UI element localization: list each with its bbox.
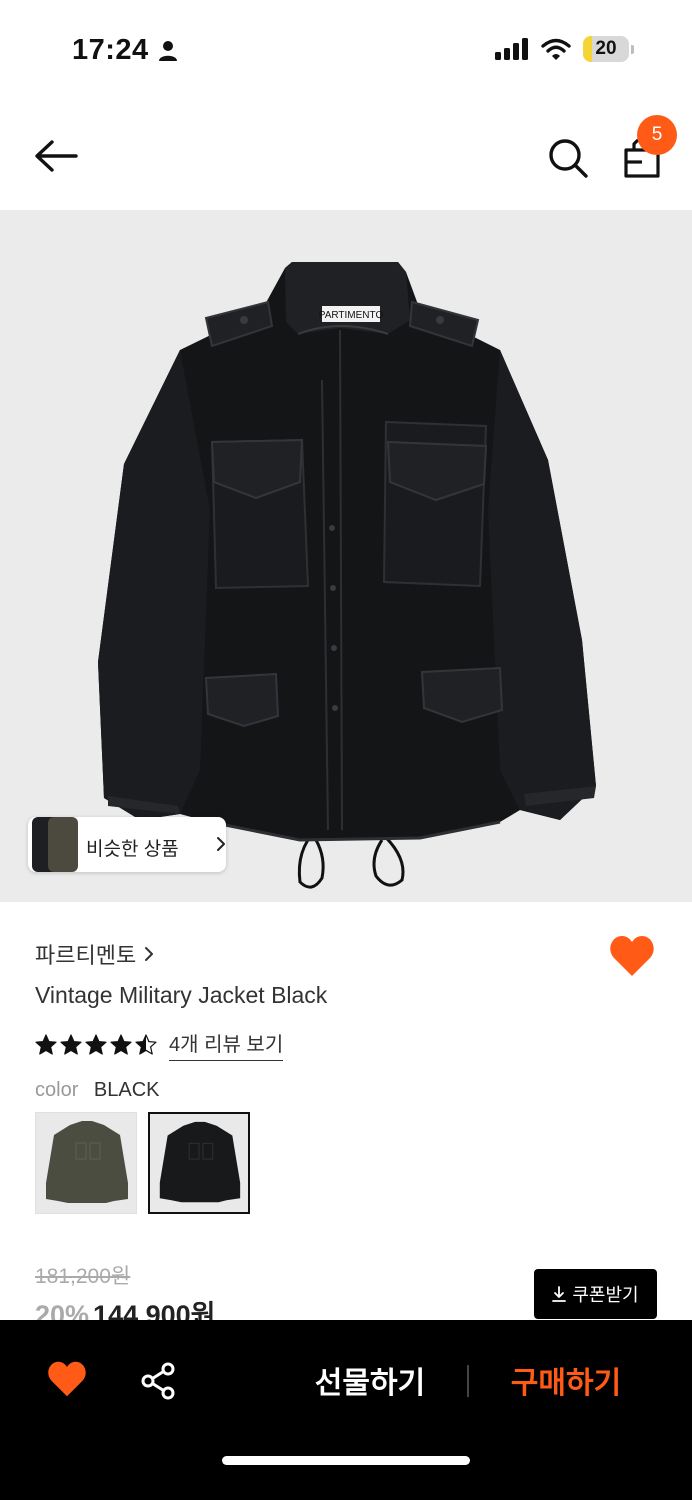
status-indicators: 20 bbox=[495, 36, 634, 62]
color-label: color bbox=[35, 1079, 79, 1101]
star-icon bbox=[85, 1033, 107, 1055]
wifi-icon bbox=[541, 38, 571, 60]
gift-button[interactable]: 선물하기 bbox=[300, 1358, 440, 1402]
signal-icon bbox=[495, 38, 528, 60]
status-bar: 17:24 20 bbox=[0, 0, 692, 100]
status-time: 17:24 bbox=[72, 34, 149, 66]
download-icon bbox=[552, 1286, 567, 1302]
app-header bbox=[0, 100, 692, 210]
neck-label-text: PARTIMENTO bbox=[319, 310, 384, 321]
person-icon bbox=[159, 41, 177, 61]
chevron-right-icon bbox=[145, 947, 154, 961]
heart-icon[interactable] bbox=[46, 1360, 88, 1398]
review-link[interactable]: 4개 리뷰 보기 bbox=[169, 1028, 284, 1061]
star-icon bbox=[60, 1033, 82, 1055]
color-value: BLACK bbox=[93, 1079, 160, 1101]
bottom-action-bar: 선물하기 구매하기 bbox=[0, 1320, 692, 1500]
divider bbox=[467, 1365, 469, 1397]
jacket-illustration: PARTIMENTO bbox=[98, 262, 596, 889]
share-icon[interactable] bbox=[139, 1362, 177, 1400]
color-swatch-olive[interactable] bbox=[35, 1112, 137, 1214]
similar-thumb-olive bbox=[48, 817, 78, 872]
product-image[interactable]: PARTIMENTO bbox=[0, 210, 692, 902]
black-jacket-thumbnail bbox=[159, 1121, 241, 1203]
search-icon[interactable] bbox=[546, 136, 590, 180]
coupon-label: 쿠폰받기 bbox=[572, 1285, 639, 1305]
similar-items-button[interactable]: 비슷한 상품 bbox=[28, 817, 226, 872]
olive-jacket-thumbnail bbox=[46, 1121, 128, 1203]
color-swatch-black[interactable] bbox=[148, 1112, 250, 1214]
original-price: 181,200원 bbox=[35, 1265, 131, 1288]
home-indicator[interactable] bbox=[222, 1456, 470, 1465]
product-title: Vintage Military Jacket Black bbox=[35, 982, 328, 1008]
battery-percent: 20 bbox=[595, 38, 617, 59]
back-arrow-icon[interactable] bbox=[32, 136, 80, 176]
coupon-button[interactable]: 쿠폰받기 bbox=[534, 1269, 657, 1319]
chevron-right-icon bbox=[217, 837, 225, 851]
wishlist-heart-icon[interactable] bbox=[608, 934, 656, 978]
similar-items-label: 비슷한 상품 bbox=[86, 839, 179, 860]
battery-cap bbox=[631, 44, 634, 54]
color-row: color BLACK bbox=[35, 1079, 160, 1102]
brand-link[interactable]: 파르티멘토 bbox=[35, 938, 154, 970]
rating-row: 4개 리뷰 보기 bbox=[35, 1028, 284, 1061]
star-icon bbox=[35, 1033, 57, 1055]
star-icon bbox=[135, 1033, 157, 1055]
cart-count-badge: 5 bbox=[637, 115, 677, 155]
brand-name: 파르티멘토 bbox=[35, 943, 137, 968]
rating-stars bbox=[35, 1033, 157, 1056]
star-icon bbox=[110, 1033, 132, 1055]
battery-icon: 20 bbox=[583, 36, 629, 62]
buy-button[interactable]: 구매하기 bbox=[496, 1358, 636, 1402]
